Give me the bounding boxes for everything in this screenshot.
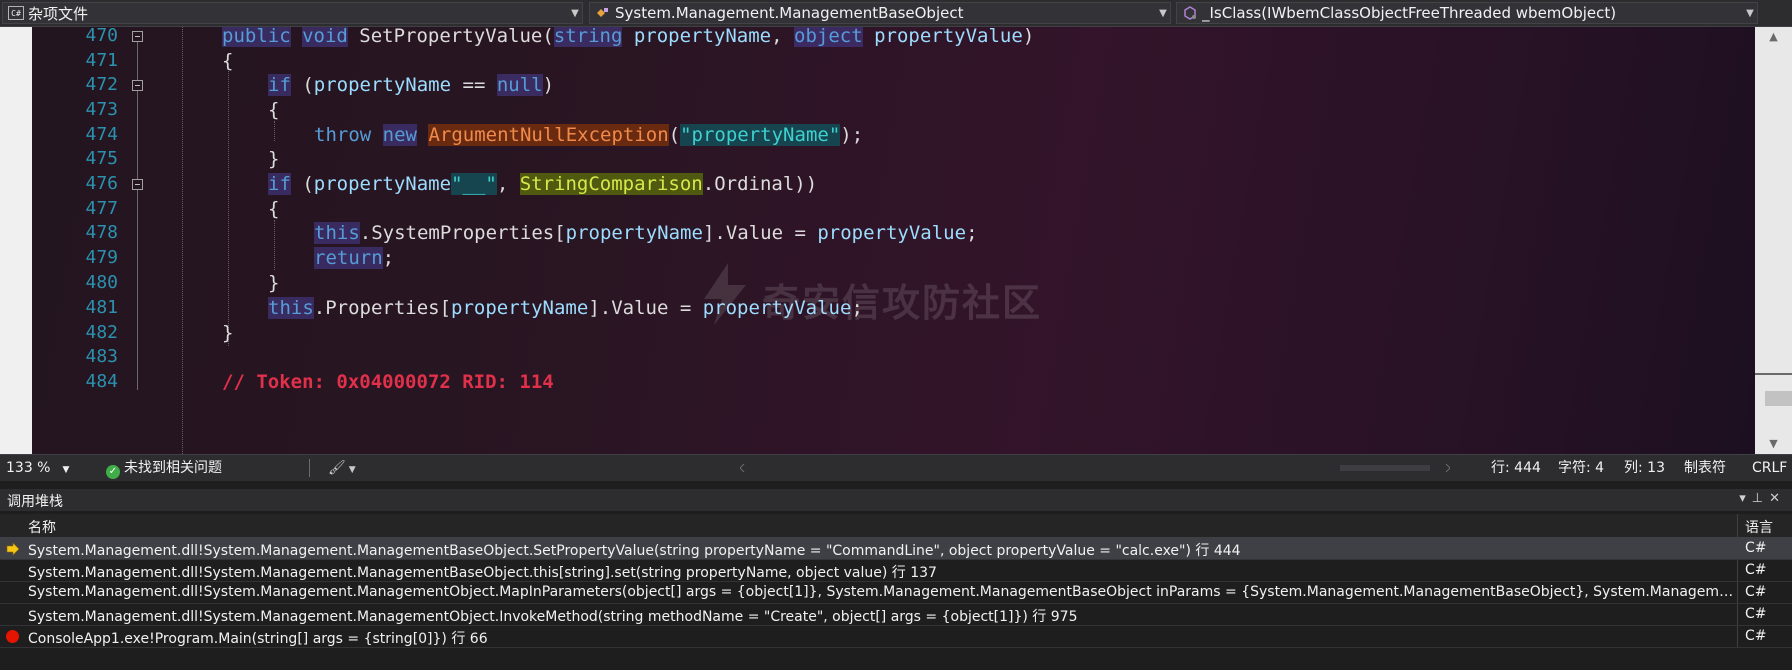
- class-scope-label: System.Management.ManagementBaseObject: [615, 4, 964, 22]
- call-stack-row[interactable]: System.Management.dll!System.Management.…: [0, 560, 1792, 581]
- line-number: 472: [85, 74, 118, 95]
- breakpoint-icon: [6, 630, 19, 643]
- watermark-logo-icon: [704, 263, 746, 325]
- call-stack-row[interactable]: System.Management.dll!System.Management.…: [0, 538, 1792, 559]
- code-line: {: [222, 50, 234, 72]
- call-stack-grid: System.Management.dll!System.Management.…: [0, 538, 1792, 670]
- member-scope-dropdown[interactable]: _IsClass(IWbemClassObjectFreeThreaded wb…: [1176, 2, 1758, 24]
- glyph-margin[interactable]: [0, 27, 32, 454]
- scroll-down-icon[interactable]: ▼: [1755, 434, 1792, 454]
- scrollbar-thumb[interactable]: [1765, 391, 1792, 406]
- code-line: public void SetPropertyValue(string prop…: [222, 27, 1035, 47]
- column-header-language[interactable]: 语言: [1745, 517, 1773, 537]
- line-number: 475: [85, 148, 118, 169]
- code-editor[interactable]: 470 471 472 473 474 475 476 477 478 479 …: [0, 27, 1755, 454]
- call-stack-row[interactable]: ConsoleApp1.exe!Program.Main(string[] ar…: [0, 626, 1792, 647]
- line-ending-indicator[interactable]: CRLF: [1752, 455, 1787, 481]
- chevron-down-icon: ▼: [1746, 7, 1754, 19]
- line-number: 481: [85, 297, 118, 318]
- zoom-dropdown[interactable]: 133 % ▼: [6, 455, 69, 481]
- editor-horizontal-scrollbar[interactable]: [740, 462, 1450, 474]
- watermark-text: 奇安信攻防社区: [762, 281, 1043, 325]
- code-line: if (propertyName == null): [268, 74, 555, 96]
- class-scope-dropdown[interactable]: System.Management.ManagementBaseObject ▼: [589, 2, 1171, 24]
- line-number: 476: [85, 173, 118, 194]
- call-stack-row[interactable]: System.Management.dll!System.Management.…: [0, 604, 1792, 625]
- collapse-toggle-icon[interactable]: [132, 80, 143, 91]
- pin-icon[interactable]: ⊥: [1752, 491, 1769, 506]
- code-line: if (propertyName"__", StringComparison.O…: [268, 173, 818, 195]
- window-position-icon[interactable]: ▾: [1739, 491, 1752, 506]
- outlining-margin: [118, 27, 158, 454]
- line-indicator[interactable]: 行: 444: [1491, 455, 1541, 481]
- method-icon: [1182, 6, 1198, 20]
- code-cleanup-button[interactable]: 🖌 ▼: [328, 455, 356, 481]
- chevron-down-icon: ▼: [62, 465, 70, 475]
- issues-indicator[interactable]: ✓ 未找到相关问题: [106, 455, 222, 481]
- code-line: {: [268, 198, 280, 220]
- code-text-area[interactable]: public void SetPropertyValue(string prop…: [158, 27, 1755, 454]
- file-scope-dropdown[interactable]: C# 杂项文件 ▼: [2, 2, 583, 24]
- close-icon[interactable]: ✕: [1769, 491, 1786, 506]
- file-scope-label: 杂项文件: [28, 4, 89, 23]
- line-number: 483: [85, 346, 118, 367]
- code-line: this.SystemProperties[propertyName].Valu…: [314, 222, 978, 244]
- code-line: throw new ArgumentNullException("propert…: [314, 124, 864, 146]
- editor-vertical-scrollbar[interactable]: ▲ ▼: [1755, 27, 1792, 454]
- line-number: 479: [85, 247, 118, 268]
- scroll-up-icon[interactable]: ▲: [1755, 27, 1792, 47]
- code-line: }: [268, 272, 280, 294]
- code-line: }: [222, 322, 234, 344]
- check-circle-icon: ✓: [106, 465, 120, 479]
- collapse-toggle-icon[interactable]: [132, 179, 143, 190]
- csharp-file-icon: C#: [8, 6, 24, 20]
- chevron-down-icon: ▼: [348, 465, 356, 475]
- char-indicator[interactable]: 字符: 4: [1558, 455, 1604, 481]
- current-frame-arrow-icon: [6, 542, 20, 556]
- call-stack-panel-header: 调用堆栈 ▾⊥✕: [0, 489, 1792, 511]
- call-stack-column-header: 名称 语言: [0, 514, 1792, 538]
- column-header-name[interactable]: 名称: [28, 517, 56, 537]
- class-icon: [595, 6, 611, 20]
- code-line: return;: [314, 247, 395, 269]
- code-line: {: [268, 99, 280, 121]
- editor-status-bar: 133 % ▼ ✓ 未找到相关问题 🖌 ▼ 行: 444 字符: 4 列: 13 制表…: [0, 454, 1792, 481]
- code-comment: // Token: 0x04000072 RID: 114: [222, 371, 554, 393]
- chevron-down-icon: ▼: [1159, 7, 1167, 19]
- line-number: 478: [85, 222, 118, 243]
- chevron-down-icon: ▼: [571, 7, 579, 19]
- line-number: 473: [85, 99, 118, 120]
- panel-title: 调用堆栈: [7, 494, 63, 510]
- brush-icon: 🖌: [328, 460, 346, 476]
- line-number: 484: [85, 371, 118, 392]
- collapse-toggle-icon[interactable]: [132, 31, 143, 42]
- call-stack-row[interactable]: System.Management.dll!System.Management.…: [0, 582, 1792, 603]
- column-indicator[interactable]: 列: 13: [1624, 455, 1665, 481]
- line-number-gutter: 470 471 472 473 474 475 476 477 478 479 …: [32, 27, 118, 454]
- navigation-bar: C# 杂项文件 ▼ System.Management.ManagementBa…: [0, 0, 1792, 27]
- member-scope-label: _IsClass(IWbemClassObjectFreeThreaded wb…: [1202, 4, 1617, 22]
- code-line: }: [268, 148, 280, 170]
- line-number: 480: [85, 272, 118, 293]
- tab-indicator[interactable]: 制表符: [1684, 455, 1726, 481]
